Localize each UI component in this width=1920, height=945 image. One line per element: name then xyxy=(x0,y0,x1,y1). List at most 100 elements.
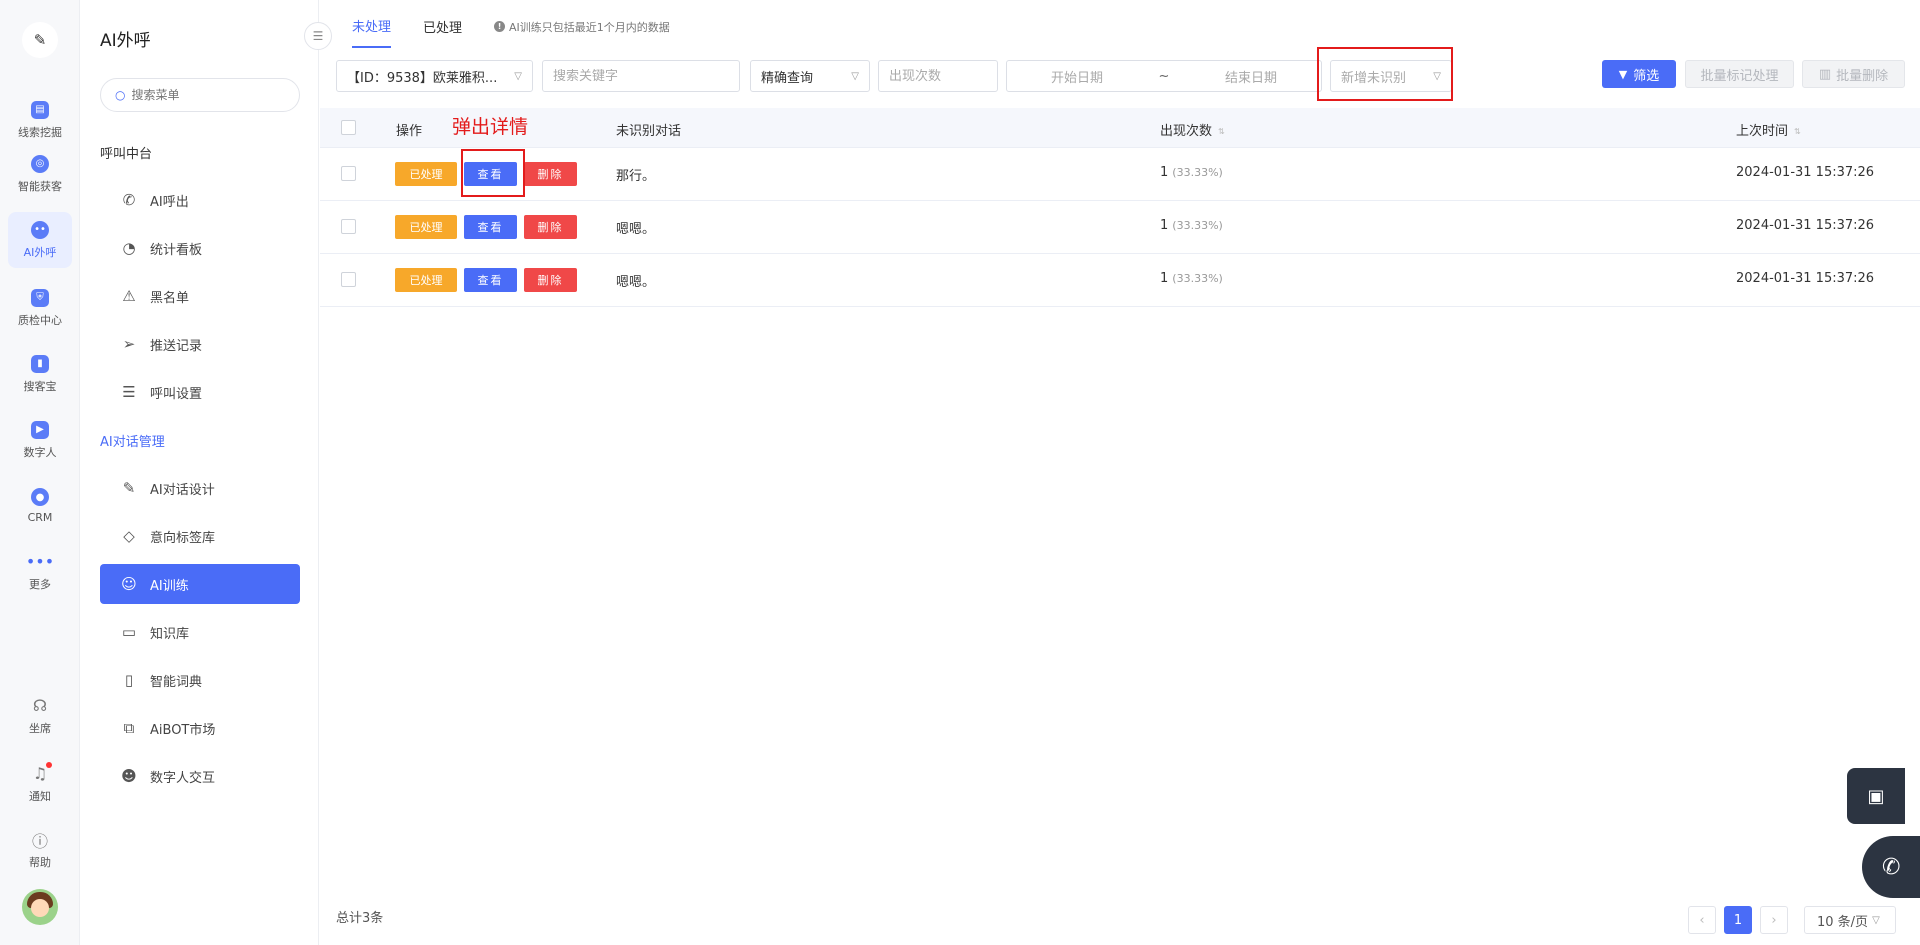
next-page-button[interactable]: › xyxy=(1760,906,1788,934)
keyword-field[interactable] xyxy=(542,60,740,92)
rail-item-crm[interactable]: ● CRM xyxy=(8,478,72,534)
user-avatar[interactable] xyxy=(22,889,58,925)
ghost-icon: ☻ xyxy=(121,767,137,785)
sort-icon[interactable]: ⇅ xyxy=(1218,127,1225,136)
rail-item-more[interactable]: ••• 更多 xyxy=(8,544,72,600)
table-row: 已处理 查看 删除 嗯嗯。 1 (33.33%) 2024-01-31 15:37… xyxy=(320,254,1920,307)
menu-search[interactable]: ○ xyxy=(100,78,300,112)
annotation-box-select xyxy=(1317,47,1453,101)
document-icon: ▤ xyxy=(31,100,49,119)
chevron-down-icon: ▽ xyxy=(514,70,522,82)
annotation-popup-label: 弹出详情 xyxy=(452,116,529,138)
phone-call-icon: ✆ xyxy=(1882,854,1901,880)
delete-button[interactable]: 删除 xyxy=(524,215,577,239)
robot-icon: •• xyxy=(31,220,49,239)
data-range-note: ! AI训练只包括最近1个月内的数据 xyxy=(494,19,670,46)
book-icon: ▯ xyxy=(124,671,134,689)
view-button[interactable]: 查看 xyxy=(464,215,517,239)
rail-item-soukebao[interactable]: ▮ 搜客宝 xyxy=(8,346,72,402)
sidebar-item-ai-outbound[interactable]: ✆ AI呼出 xyxy=(100,180,300,220)
batch-mark-button[interactable]: 批量标记处理 xyxy=(1685,60,1794,88)
laptop-icon: ▭ xyxy=(121,623,137,641)
last-time-value: 2024-01-31 15:37:26 xyxy=(1736,218,1875,233)
rail-item-notify[interactable]: ♫ 通知 xyxy=(8,756,72,812)
rail-item-clue-mining[interactable]: ▤ 线索挖掘 xyxy=(8,92,72,148)
count-field[interactable] xyxy=(878,60,998,92)
sliders-icon: ☰ xyxy=(122,383,136,401)
mark-done-button[interactable]: 已处理 xyxy=(395,215,457,239)
date-range-picker[interactable]: 开始日期 ~ 结束日期 xyxy=(1006,60,1322,92)
batch-delete-button[interactable]: ▥ 批量删除 xyxy=(1802,60,1905,88)
info-icon: ! xyxy=(494,21,506,32)
sidebar-item-dictionary[interactable]: ▯ 智能词典 xyxy=(100,660,300,700)
filter-button[interactable]: ▼ 筛选 xyxy=(1602,60,1676,88)
more-icon: ••• xyxy=(25,552,55,571)
sidebar-item-ai-training[interactable]: ☺ AI训练 xyxy=(100,564,300,604)
chevron-left-icon: ‹ xyxy=(1699,912,1705,928)
tab-pending[interactable]: 未处理 xyxy=(352,16,392,48)
bot-select[interactable]: 【ID：9538】欧莱雅积... ▽ xyxy=(336,60,533,92)
rail-item-ai-call[interactable]: •• AI外呼 xyxy=(8,212,72,268)
mark-done-button[interactable]: 已处理 xyxy=(395,268,457,292)
delete-button[interactable]: 删除 xyxy=(524,162,577,186)
sidebar-item-dashboard[interactable]: ◔ 统计看板 xyxy=(100,228,300,268)
shield-icon: ⛨ xyxy=(31,288,49,307)
pen-logo-icon[interactable]: ✎ xyxy=(22,22,58,58)
keyword-input[interactable] xyxy=(553,68,729,84)
sidebar-item-aibot-market[interactable]: ⧉ AiBOT市场 xyxy=(100,708,300,748)
menu-search-input[interactable] xyxy=(131,88,282,102)
chevron-down-icon: ▽ xyxy=(1872,914,1880,926)
tab-done[interactable]: 已处理 xyxy=(423,17,462,47)
search-card-icon: ▮ xyxy=(31,354,49,373)
dialog-text: 嗯嗯。 xyxy=(616,222,656,237)
prev-page-button[interactable]: ‹ xyxy=(1688,906,1716,934)
delete-button[interactable]: 删除 xyxy=(524,268,577,292)
phone-icon: ✆ xyxy=(122,191,136,209)
date-separator: ~ xyxy=(1158,68,1170,84)
col-last-time[interactable]: 上次时间 ⇅ xyxy=(1736,120,1801,139)
col-action: 操作 xyxy=(396,124,423,139)
trash-icon: ▥ xyxy=(1818,66,1832,82)
send-icon: ➢ xyxy=(122,335,136,353)
dialog-text: 嗯嗯。 xyxy=(616,275,656,290)
page-number-button[interactable]: 1 xyxy=(1724,906,1752,934)
match-type-select[interactable]: 精确查询 ▽ xyxy=(750,60,870,92)
smile-icon: ☺ xyxy=(121,575,137,593)
crm-icon: ● xyxy=(31,488,49,506)
start-date[interactable]: 开始日期 xyxy=(1051,67,1103,86)
sidebar-item-digital-interaction[interactable]: ☻ 数字人交互 xyxy=(100,756,300,796)
sidebar-item-knowledge-base[interactable]: ▭ 知识库 xyxy=(100,612,300,652)
rail-item-quality-center[interactable]: ⛨ 质检中心 xyxy=(8,280,72,336)
select-all-checkbox[interactable] xyxy=(341,120,356,135)
sidebar-item-call-settings[interactable]: ☰ 呼叫设置 xyxy=(100,372,300,412)
row-checkbox[interactable] xyxy=(341,166,356,181)
chat-float-button[interactable]: ▣ xyxy=(1847,768,1905,824)
row-checkbox[interactable] xyxy=(341,272,356,287)
page-size-select[interactable]: 10 条/页 ▽ xyxy=(1804,906,1896,934)
row-checkbox[interactable] xyxy=(341,219,356,234)
mark-done-button[interactable]: 已处理 xyxy=(395,162,457,186)
sort-icon[interactable]: ⇅ xyxy=(1794,127,1801,136)
notification-badge xyxy=(46,762,52,768)
rail-item-digital-human[interactable]: ▶ 数字人 xyxy=(8,412,72,468)
group-call-center: 呼叫中台 xyxy=(100,147,153,162)
end-date[interactable]: 结束日期 xyxy=(1225,67,1277,86)
main-content: 未处理 已处理 ! AI训练只包括最近1个月内的数据 【ID：9538】欧莱雅积… xyxy=(320,0,1920,945)
sidebar-item-intent-tags[interactable]: ◇ 意向标签库 xyxy=(100,516,300,556)
phone-float-button[interactable]: ✆ xyxy=(1862,836,1920,898)
col-dialog: 未识别对话 xyxy=(616,124,682,139)
count-input[interactable] xyxy=(889,68,987,84)
rail-item-smart-acquire[interactable]: ◎ 智能获客 xyxy=(8,146,72,202)
search-icon: ○ xyxy=(115,88,126,102)
sidebar-item-push-log[interactable]: ➢ 推送记录 xyxy=(100,324,300,364)
target-icon: ◎ xyxy=(31,154,49,173)
sidebar-item-dialog-design[interactable]: ✎ AI对话设计 xyxy=(100,468,300,508)
filter-icon: ▼ xyxy=(1618,67,1628,81)
view-button[interactable]: 查看 xyxy=(464,268,517,292)
chevron-down-icon: ▽ xyxy=(851,70,859,82)
col-count[interactable]: 出现次数 ⇅ xyxy=(1160,120,1225,139)
rail-item-help[interactable]: ⓘ 帮助 xyxy=(8,822,72,878)
rail-item-agent[interactable]: ☊ 坐席 xyxy=(8,688,72,744)
sidebar-item-blacklist[interactable]: ⚠ 黑名单 xyxy=(100,276,300,316)
annotation-box-view xyxy=(461,149,525,197)
